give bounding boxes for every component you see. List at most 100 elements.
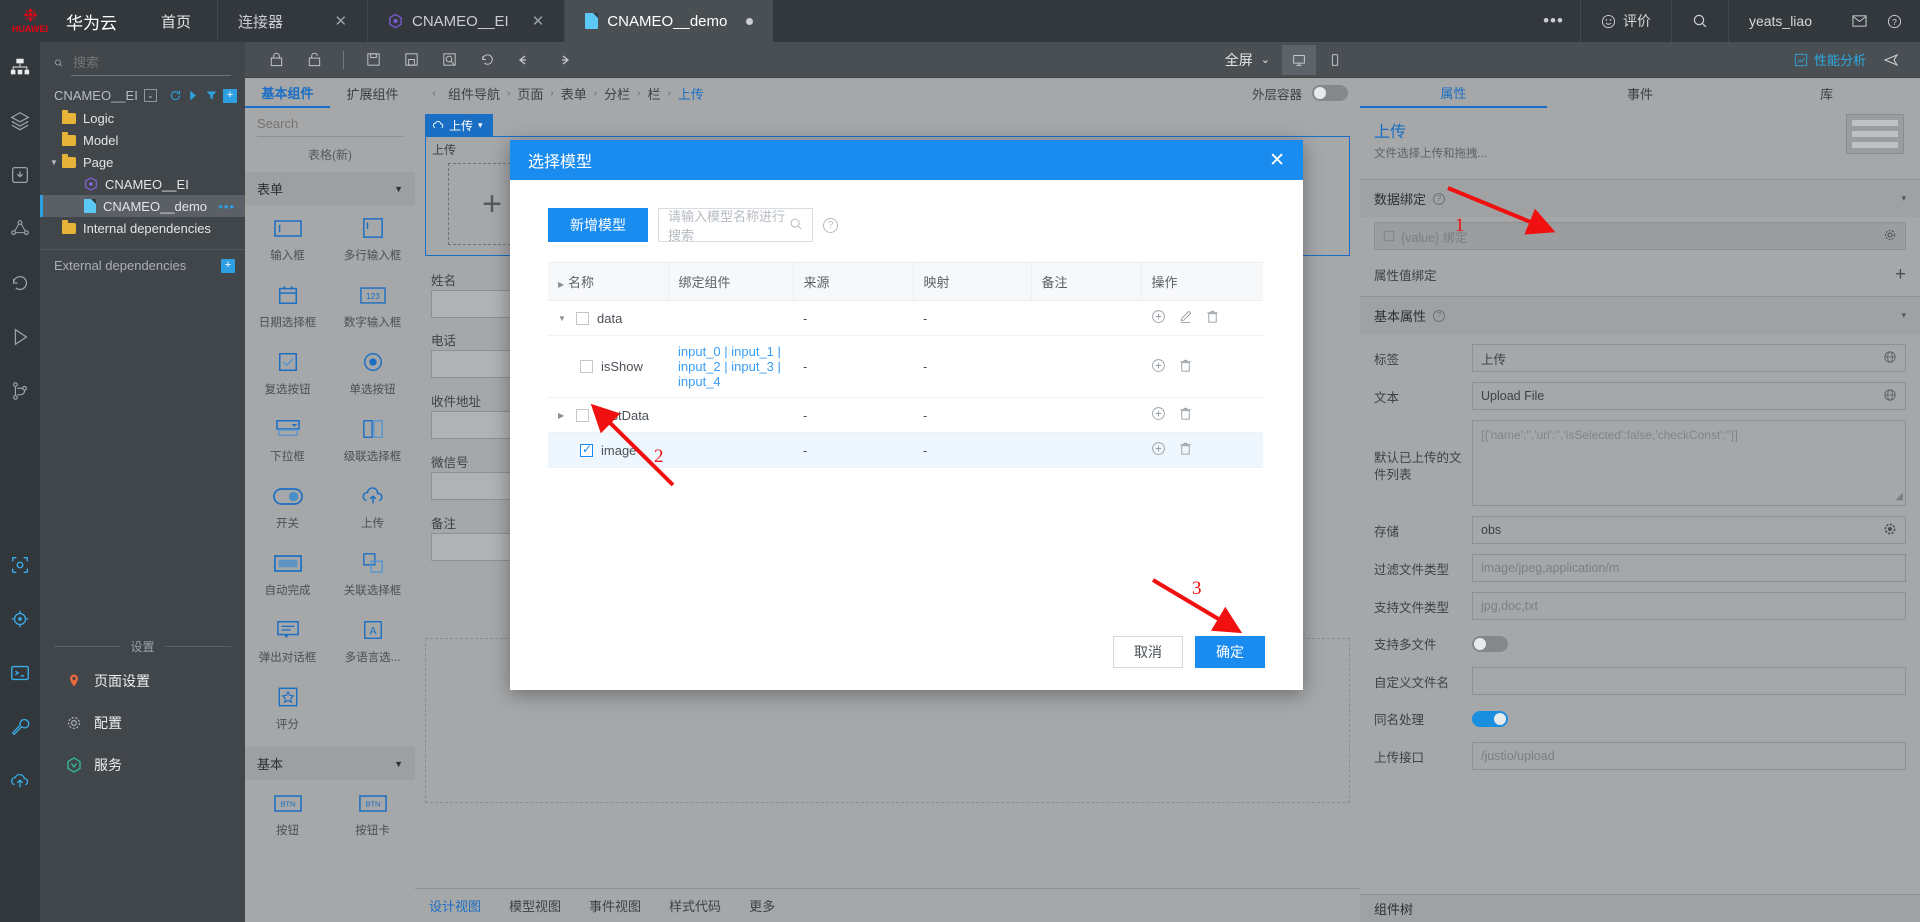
desktop-icon[interactable] xyxy=(1282,44,1316,75)
tab-basic-components[interactable]: 基本组件 xyxy=(245,78,330,108)
terminal-icon[interactable] xyxy=(5,658,35,688)
palette-item-rate[interactable]: 评分 xyxy=(245,674,330,741)
add-icon[interactable]: + xyxy=(221,258,235,273)
palette-item-input[interactable]: 输入框 xyxy=(245,205,330,272)
preview-icon[interactable] xyxy=(432,46,466,74)
breadcrumb-item-page[interactable]: 页面 xyxy=(517,84,543,103)
tab-design-view[interactable]: 设计视图 xyxy=(429,896,481,915)
tree-node-page[interactable]: ▼ Page xyxy=(40,151,245,173)
chevron-down-icon[interactable]: ▼ xyxy=(558,314,568,323)
wrench-icon[interactable] xyxy=(5,712,35,742)
add-icon[interactable] xyxy=(1151,358,1166,376)
palette-item-cascader[interactable]: 级联选择框 xyxy=(330,406,415,473)
palette-item-number[interactable]: 123 数字输入框 xyxy=(330,272,415,339)
data-binding-field[interactable]: {value} 绑定 xyxy=(1374,222,1906,250)
refresh-icon[interactable] xyxy=(169,89,182,102)
more-menu-button[interactable]: ••• xyxy=(1527,0,1580,42)
selected-component-tag[interactable]: 上传 ▾ xyxy=(425,114,493,136)
tab-properties[interactable]: 属性 xyxy=(1360,78,1547,108)
close-icon[interactable]: ✕ xyxy=(518,12,545,30)
table-row[interactable]: ▼ data - - xyxy=(548,300,1263,336)
breadcrumb-item-upload[interactable]: 上传 xyxy=(678,84,704,103)
chevron-down-icon[interactable]: ▾ xyxy=(1901,193,1906,204)
chevron-down-icon[interactable]: ▾ xyxy=(1901,310,1906,321)
filter-icon[interactable] xyxy=(205,89,218,102)
resize-grip-icon[interactable]: ◢ xyxy=(1895,490,1903,505)
palette-item-radio[interactable]: 单选按钮 xyxy=(330,339,415,406)
table-row[interactable]: image - - xyxy=(548,432,1263,468)
support-file-type-field[interactable]: jpg,doc,txt xyxy=(1472,592,1906,620)
row-checkbox[interactable] xyxy=(576,311,589,325)
api-icon[interactable] xyxy=(5,214,35,244)
add-binding-button[interactable]: + xyxy=(1895,265,1906,284)
row-checkbox[interactable] xyxy=(576,408,589,422)
palette-item-button-card[interactable]: BTN 按钮卡 xyxy=(330,780,415,847)
text-field[interactable]: Upload File xyxy=(1472,382,1906,410)
chevron-down-icon[interactable]: ⌄ xyxy=(143,89,157,102)
close-icon[interactable]: ✕ xyxy=(320,12,347,30)
fullscreen-select[interactable]: 全屏 ⌄ xyxy=(1215,50,1280,70)
mail-button[interactable] xyxy=(1832,0,1887,42)
custom-filename-field[interactable] xyxy=(1472,667,1906,695)
delete-icon[interactable] xyxy=(1178,406,1193,424)
chevron-right-icon[interactable]: ▶ xyxy=(558,411,568,420)
table-row[interactable]: isShow input_0 | input_1 | input_2 | inp… xyxy=(548,335,1263,398)
tree-node-cnameo-ei[interactable]: CNAMEO__EI xyxy=(40,173,245,195)
tree-search-input[interactable] xyxy=(71,50,231,76)
default-file-list-textarea[interactable]: [{'name':'','url':'','isSelected':false,… xyxy=(1472,420,1906,506)
tab-more[interactable]: 更多 xyxy=(749,896,775,915)
cancel-button[interactable]: 取消 xyxy=(1113,636,1183,668)
palette-item-button[interactable]: BTN 按钮 xyxy=(245,780,330,847)
search-icon[interactable] xyxy=(789,217,803,234)
tree-node-logic[interactable]: Logic xyxy=(40,107,245,129)
palette-item-upload[interactable]: 上传 xyxy=(330,473,415,540)
row-checkbox[interactable] xyxy=(580,442,593,457)
duplicate-handling-toggle[interactable] xyxy=(1472,710,1508,727)
support-multifile-toggle[interactable] xyxy=(1472,635,1508,652)
tab-cnameo-ei[interactable]: CNAMEO__EI ✕ xyxy=(367,0,564,42)
globe-icon[interactable] xyxy=(1883,350,1897,367)
tab-event-view[interactable]: 事件视图 xyxy=(589,896,641,915)
lock-closed-icon[interactable] xyxy=(259,46,293,74)
upload-api-field[interactable]: /justio/upload xyxy=(1472,742,1906,770)
delete-icon[interactable] xyxy=(1178,358,1193,376)
filter-file-type-field[interactable]: image/jpeg,application/m xyxy=(1472,554,1906,582)
delete-icon[interactable] xyxy=(1178,441,1193,459)
palette-item-autocomplete[interactable]: 自动完成 xyxy=(245,540,330,607)
help-button[interactable]: ? xyxy=(1887,0,1920,42)
run-icon[interactable] xyxy=(5,322,35,352)
rate-button[interactable]: 评价 xyxy=(1579,0,1671,42)
search-button[interactable] xyxy=(1670,0,1728,42)
external-dependencies-row[interactable]: External dependencies + xyxy=(40,249,245,281)
settings-item-page[interactable]: 页面设置 xyxy=(40,660,245,702)
model-search-box[interactable]: 请输入模型名称进行搜索 xyxy=(658,208,813,243)
chevron-down-icon[interactable]: ▾ xyxy=(478,120,483,131)
section-data-binding[interactable]: 数据绑定 ? ▾ xyxy=(1360,179,1920,217)
tab-library[interactable]: 库 xyxy=(1733,78,1920,108)
run-icon[interactable] xyxy=(187,89,200,102)
add-icon[interactable] xyxy=(1151,406,1166,424)
help-icon[interactable]: ? xyxy=(1433,309,1446,322)
gear-icon[interactable] xyxy=(1883,522,1897,539)
edit-icon[interactable] xyxy=(1178,309,1193,327)
tree-node-cnameo-demo[interactable]: CNAMEO__demo ••• xyxy=(40,195,245,217)
package-icon[interactable] xyxy=(5,160,35,190)
palette-item-textarea[interactable]: 多行输入框 xyxy=(330,205,415,272)
breadcrumb-item-column[interactable]: 栏 xyxy=(647,84,660,103)
component-tree-bar[interactable]: 组件树 xyxy=(1360,894,1920,922)
history-icon[interactable] xyxy=(5,268,35,298)
user-menu[interactable]: yeats_liao xyxy=(1727,0,1832,42)
tab-extended-components[interactable]: 扩展组件 xyxy=(330,78,415,108)
redo-icon[interactable] xyxy=(546,46,580,74)
confirm-button[interactable]: 确定 xyxy=(1195,636,1265,668)
breadcrumb-item-nav[interactable]: 组件导航 xyxy=(448,84,500,103)
branch-icon[interactable] xyxy=(5,376,35,406)
undo-icon[interactable] xyxy=(508,46,542,74)
history-icon[interactable] xyxy=(470,46,504,74)
save-icon[interactable] xyxy=(356,46,390,74)
node-menu-icon[interactable]: ••• xyxy=(218,199,245,214)
tab-style-code[interactable]: 样式代码 xyxy=(669,896,721,915)
project-row[interactable]: CNAMEO__EI ⌄ + xyxy=(40,84,245,107)
send-icon[interactable] xyxy=(1874,46,1908,74)
tab-connector[interactable]: 连接器 ✕ xyxy=(217,0,367,42)
